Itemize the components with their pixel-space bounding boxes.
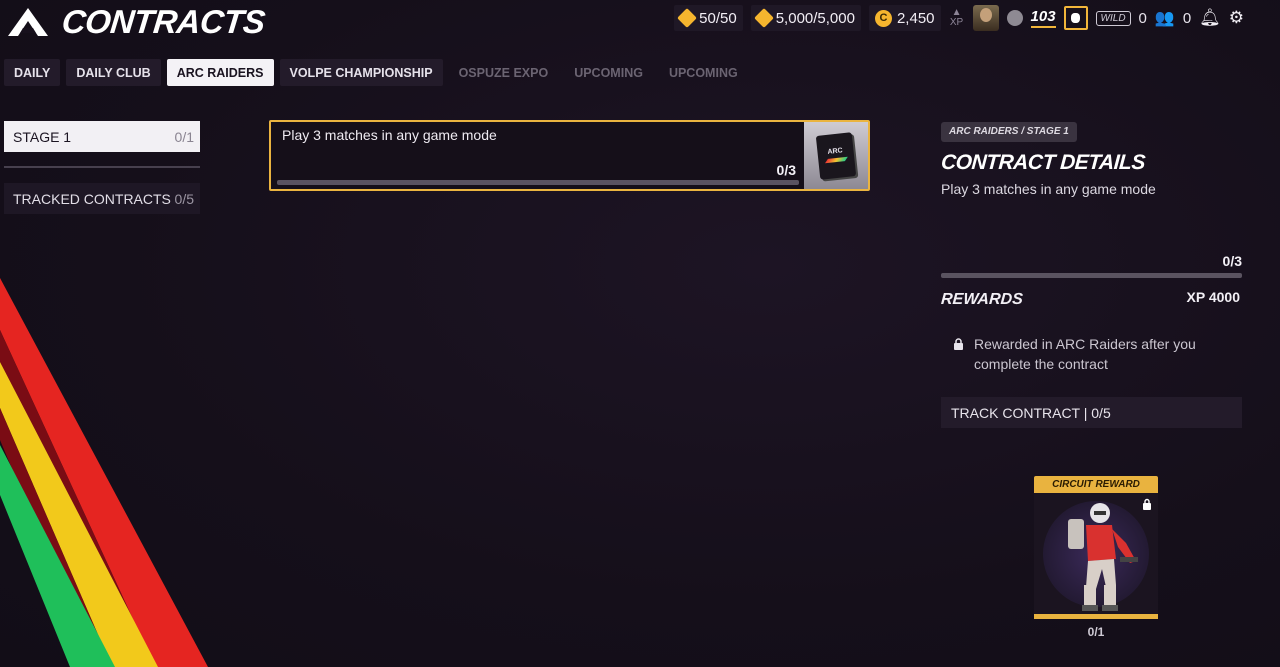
currency-coins[interactable]: C 2,450 xyxy=(868,5,941,31)
contract-tabs: DAILY DAILY CLUB ARC RAIDERS VOLPE CHAMP… xyxy=(4,59,748,86)
track-contract-button[interactable]: TRACK CONTRACT | 0/5 xyxy=(941,397,1242,428)
decorative-stripes xyxy=(0,278,208,667)
avatar[interactable] xyxy=(972,5,999,31)
stage-item[interactable]: STAGE 1 0/1 xyxy=(4,121,200,152)
gear-icon[interactable]: ⚙ xyxy=(1229,8,1244,28)
bell-icon[interactable]: 🔔︎ xyxy=(1199,8,1221,28)
stage-label: STAGE 1 xyxy=(13,128,72,145)
details-progress: 0/3 xyxy=(1222,253,1242,269)
tab-volpe-championship[interactable]: VOLPE CHAMPIONSHIP xyxy=(279,59,443,86)
contract-text: Play 3 matches in any game mode xyxy=(282,127,497,143)
friends-icon[interactable]: 👥 xyxy=(1155,8,1175,28)
logo-icon xyxy=(8,8,48,36)
top-hud: 50/50 5,000/5,000 C 2,450 ▲ XP 103 WILD 0… xyxy=(674,5,1244,31)
contract-card[interactable]: Play 3 matches in any game mode 0/3 xyxy=(269,120,870,191)
contract-thumbnail xyxy=(804,122,868,189)
crystal-icon xyxy=(753,8,774,28)
arc-book-icon xyxy=(815,131,857,180)
currency-crystal[interactable]: 5,000/5,000 xyxy=(750,5,861,31)
inventory-icon[interactable] xyxy=(1063,6,1088,30)
xp-reward: XP 4000 xyxy=(1186,289,1240,305)
reward-image xyxy=(1034,493,1158,619)
tracked-count: 0/5 xyxy=(174,190,194,207)
divider xyxy=(4,166,200,168)
lock-icon xyxy=(954,338,963,350)
character-icon xyxy=(1068,503,1138,611)
stage-count: 0/1 xyxy=(174,128,194,145)
player-level: 103 xyxy=(1030,8,1056,28)
tab-daily-club[interactable]: DAILY CLUB xyxy=(66,59,161,86)
friends-count: 0 xyxy=(1182,9,1192,27)
reward-lock-icon xyxy=(1143,498,1151,510)
coin-icon: C xyxy=(874,9,892,27)
page-title: CONTRACTS xyxy=(60,3,267,40)
circuit-reward-card[interactable]: CIRCUIT REWARD 0/1 xyxy=(1034,476,1158,639)
wild-badge: WILD xyxy=(1095,10,1131,26)
wild-count: 0 xyxy=(1138,9,1147,27)
reward-count: 0/1 xyxy=(1087,625,1105,639)
xp-icon: ▲ XP xyxy=(949,7,964,28)
tab-upcoming-1[interactable]: UPCOMING xyxy=(564,59,653,86)
contract-progress-bar xyxy=(277,180,799,185)
tracked-contracts-item[interactable]: TRACKED CONTRACTS 0/5 xyxy=(4,183,200,214)
details-description: Play 3 matches in any game mode xyxy=(941,181,1156,197)
tab-arc-raiders[interactable]: ARC RAIDERS xyxy=(166,59,274,86)
details-title: CONTRACT DETAILS xyxy=(940,151,1146,174)
rewards-label: REWARDS xyxy=(940,291,1024,308)
diamond-icon xyxy=(677,8,698,28)
reward-header: CIRCUIT REWARD xyxy=(1034,476,1158,493)
breadcrumb: ARC RAIDERS / STAGE 1 xyxy=(941,122,1077,142)
tab-ospuze-expo[interactable]: OSPUZE EXPO xyxy=(449,59,559,86)
rank-icon xyxy=(1006,10,1023,26)
contract-progress: 0/3 xyxy=(776,162,796,178)
reward-note: Rewarded in ARC Raiders after you comple… xyxy=(974,336,1196,372)
currency-energy[interactable]: 50/50 xyxy=(674,5,743,31)
tracked-label: TRACKED CONTRACTS xyxy=(13,190,171,207)
tab-daily[interactable]: DAILY xyxy=(4,59,61,86)
details-progress-bar xyxy=(941,273,1242,278)
tab-upcoming-2[interactable]: UPCOMING xyxy=(659,59,748,86)
